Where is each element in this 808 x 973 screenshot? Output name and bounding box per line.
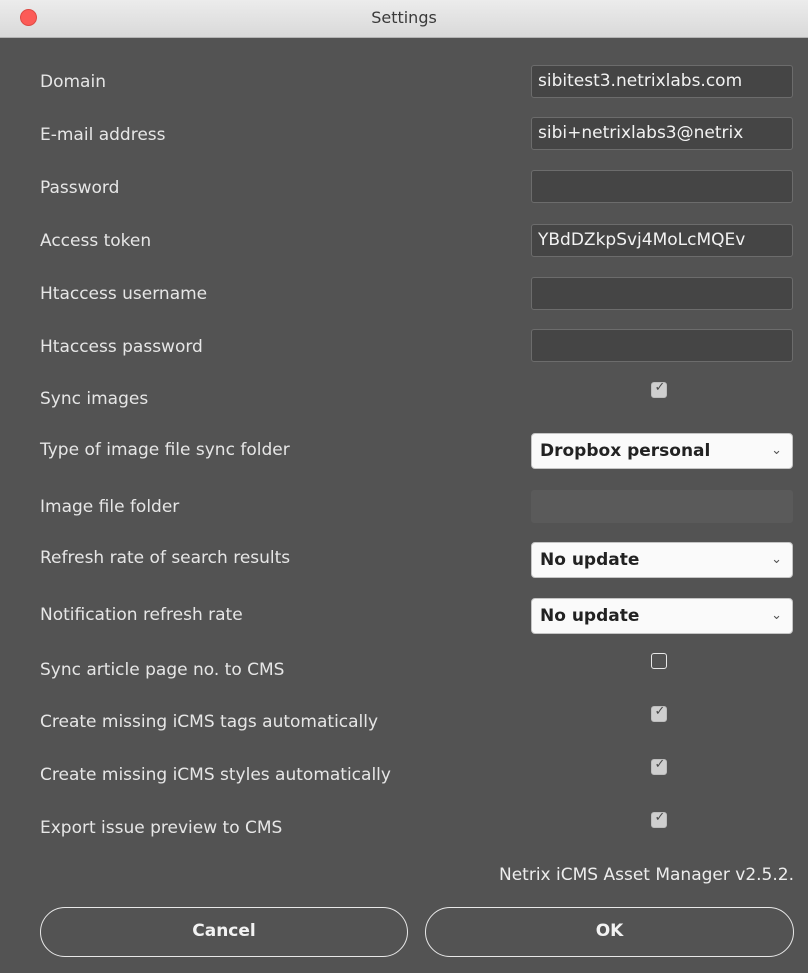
htaccess-password-label: Htaccess password — [40, 337, 203, 357]
chevron-down-icon: ⌄ — [771, 608, 782, 623]
chevron-down-icon: ⌄ — [771, 552, 782, 567]
search-refresh-value: No update — [540, 550, 640, 570]
ok-button[interactable]: OK — [425, 907, 794, 957]
htaccess-password-input[interactable] — [531, 329, 793, 362]
password-input[interactable] — [531, 170, 793, 203]
create-tags-checkbox[interactable]: ✓ — [651, 704, 667, 722]
cancel-button[interactable]: Cancel — [40, 907, 408, 957]
htaccess-username-label: Htaccess username — [40, 284, 208, 304]
chevron-down-icon: ⌄ — [771, 443, 782, 458]
create-tags-label: Create missing iCMS tags automatically — [40, 712, 379, 732]
sync-folder-type-select[interactable]: Dropbox personal ⌄ — [531, 433, 793, 469]
sync-article-page-checkbox[interactable] — [651, 653, 667, 669]
notification-refresh-label: Notification refresh rate — [40, 605, 243, 625]
image-file-folder-label: Image file folder — [40, 497, 180, 517]
create-styles-checkbox[interactable]: ✓ — [651, 757, 667, 775]
checkmark-icon: ✓ — [654, 757, 666, 772]
title-bar: Settings — [0, 0, 808, 38]
access-token-input[interactable]: YBdDZkpSvj4MoLcMQEv — [531, 224, 793, 257]
sync-article-page-label: Sync article page no. to CMS — [40, 660, 285, 680]
version-text: Netrix iCMS Asset Manager v2.5.2. — [499, 865, 794, 885]
domain-input[interactable]: sibitest3.netrixlabs.com — [531, 65, 793, 98]
checkmark-icon: ✓ — [654, 810, 666, 825]
checkmark-icon: ✓ — [654, 704, 666, 719]
sync-images-label: Sync images — [40, 389, 149, 409]
access-token-label: Access token — [40, 231, 152, 251]
email-input[interactable]: sibi+netrixlabs3@netrix — [531, 117, 793, 150]
export-preview-checkbox[interactable]: ✓ — [651, 810, 667, 828]
settings-window: Settings Domain sibitest3.netrixlabs.com… — [0, 0, 808, 973]
email-label: E-mail address — [40, 125, 166, 145]
notification-refresh-select[interactable]: No update ⌄ — [531, 598, 793, 634]
search-refresh-label: Refresh rate of search results — [40, 548, 291, 568]
domain-label: Domain — [40, 72, 106, 92]
notification-refresh-value: No update — [540, 606, 640, 626]
export-preview-label: Export issue preview to CMS — [40, 818, 283, 838]
sync-images-checkbox[interactable]: ✓ — [651, 380, 667, 398]
sync-folder-type-label: Type of image file sync folder — [40, 440, 290, 460]
image-file-folder-input — [531, 490, 793, 523]
search-refresh-select[interactable]: No update ⌄ — [531, 542, 793, 578]
sync-folder-type-value: Dropbox personal — [540, 441, 711, 461]
htaccess-username-input[interactable] — [531, 277, 793, 310]
create-styles-label: Create missing iCMS styles automatically — [40, 765, 391, 785]
window-title: Settings — [371, 8, 437, 27]
password-label: Password — [40, 178, 120, 198]
checkmark-icon: ✓ — [654, 380, 666, 395]
